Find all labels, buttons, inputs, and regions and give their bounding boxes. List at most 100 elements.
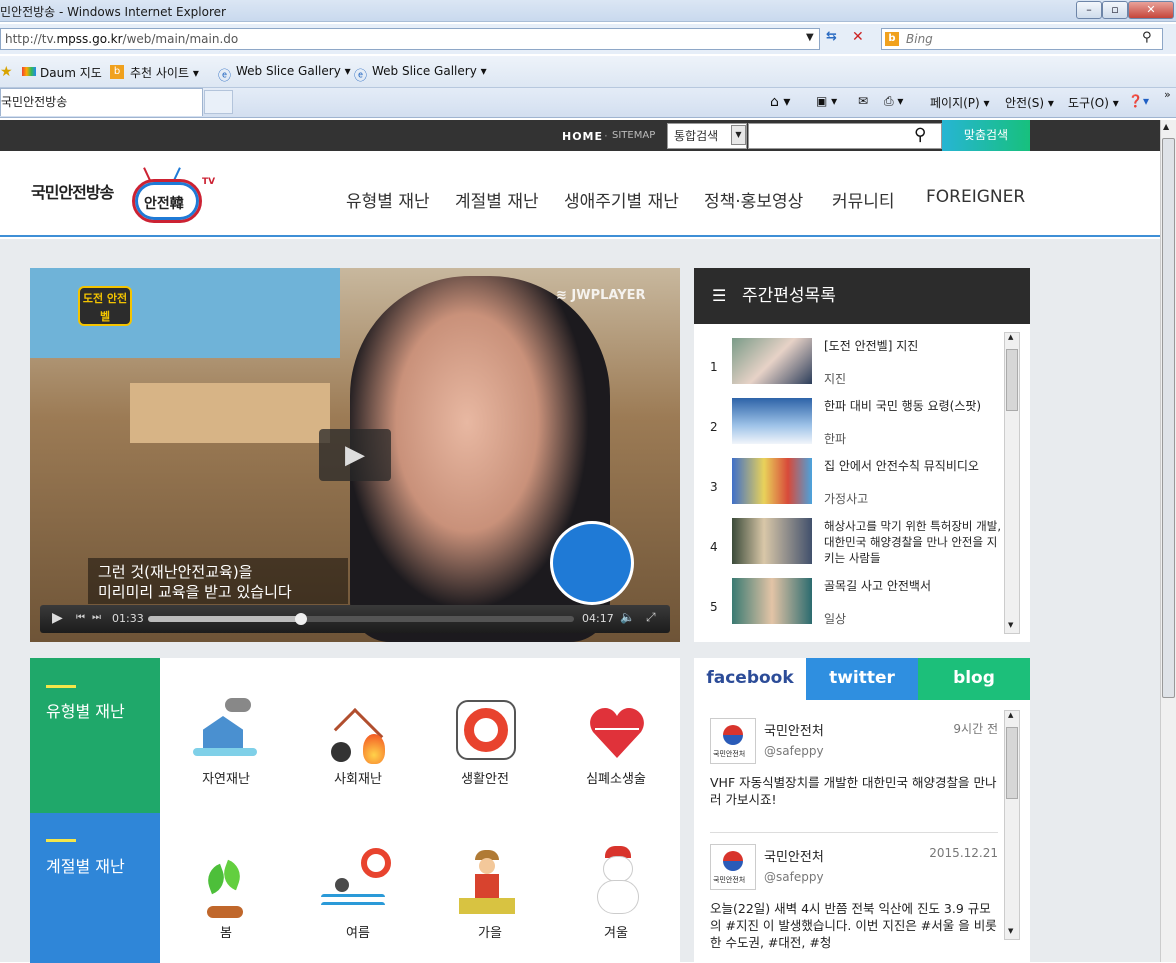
rss-icon[interactable]: ▣ ▾ (816, 94, 837, 108)
scroll-down-icon[interactable]: ▼ (1008, 927, 1013, 935)
page-menu[interactable]: 페이지(P) ▾ (930, 94, 990, 111)
play-icon[interactable]: ▶ (52, 610, 63, 626)
next-icon[interactable]: ⏭ (92, 612, 101, 623)
category-cpr[interactable]: 심폐소생술 (561, 768, 671, 787)
new-tab-button[interactable] (204, 90, 233, 114)
page-scroll-thumb[interactable] (1162, 138, 1175, 698)
nav-community[interactable]: 커뮤니티 (832, 187, 895, 212)
social-disaster-icon[interactable] (325, 706, 389, 770)
scroll-thumb[interactable] (1006, 727, 1018, 799)
nav-policy-video[interactable]: 정책·홍보영상 (704, 187, 803, 212)
schedule-thumbnail[interactable] (732, 458, 812, 504)
summer-swim-icon[interactable] (321, 848, 391, 912)
mail-icon[interactable]: ✉ (858, 94, 868, 108)
fav-daum-map[interactable]: Daum 지도 (40, 64, 102, 81)
nav-type-disaster[interactable]: 유형별 재난 (346, 187, 430, 212)
scroll-thumb[interactable] (1006, 349, 1018, 411)
scroll-up-icon[interactable]: ▲ (1163, 122, 1169, 131)
category-natural[interactable]: 자연재난 (171, 768, 281, 787)
schedule-item-number: 2 (710, 420, 718, 434)
schedule-item[interactable]: 1 [도전 안전벨] 지진 지진 (694, 338, 1004, 398)
schedule-item[interactable]: 2 한파 대비 국민 행동 요령(스팟) 한파 (694, 398, 1004, 458)
custom-search-button[interactable]: 맞춤검색 (942, 120, 1030, 151)
scroll-down-icon[interactable]: ▼ (1008, 621, 1013, 629)
post-author[interactable]: 국민안전처 (764, 720, 824, 739)
season-summer[interactable]: 여름 (303, 922, 413, 941)
season-autumn[interactable]: 가을 (435, 922, 545, 941)
url-field[interactable]: http://tv.mpss.go.kr/web/main/main.do (0, 28, 820, 50)
scroll-up-icon[interactable]: ▲ (1008, 333, 1013, 341)
site-search-input[interactable] (748, 123, 942, 149)
select-arrow-icon[interactable]: ▼ (731, 125, 746, 145)
chevron-more-icon[interactable]: » (1164, 88, 1171, 101)
tools-menu[interactable]: 도구(O) ▾ (1068, 94, 1119, 111)
season-winter[interactable]: 겨울 (561, 922, 671, 941)
fav-web-slice-gallery-2[interactable]: Web Slice Gallery ▾ (372, 64, 487, 78)
schedule-item-title[interactable]: 해상사고를 막기 위한 특허장비 개발, 대한민국 해양경찰을 만나 안전을 지… (824, 518, 1002, 566)
avatar: 국민안전처 (710, 844, 756, 890)
heart-cpr-icon[interactable] (585, 702, 649, 766)
natural-disaster-icon[interactable] (193, 698, 257, 762)
search-input[interactable]: Bing (881, 28, 1163, 50)
page-scrollbar[interactable]: ▲ (1160, 120, 1176, 962)
nav-season-disaster[interactable]: 계절별 재난 (455, 187, 539, 212)
autumn-scarecrow-icon[interactable] (453, 850, 517, 914)
schedule-thumbnail[interactable] (732, 518, 812, 564)
favorites-star-icon[interactable]: ★ (0, 64, 13, 80)
schedule-thumbnail[interactable] (732, 338, 812, 384)
prev-icon[interactable]: ⏮ (76, 612, 85, 623)
spring-sprout-icon[interactable] (193, 858, 257, 922)
social-scrollbar[interactable]: ▲ ▼ (1004, 710, 1020, 940)
category-life-safety[interactable]: 생활안전 (430, 768, 540, 787)
winter-snowman-icon[interactable] (585, 846, 649, 914)
schedule-item[interactable]: 3 집 안에서 안전수칙 뮤직비디오 가정사고 (694, 458, 1004, 518)
seek-bar[interactable] (148, 613, 574, 625)
season-disaster-tile[interactable]: 계절별 재난 (30, 813, 160, 963)
tab-facebook[interactable]: facebook (694, 658, 806, 700)
refresh-icon[interactable]: ⇆ (826, 29, 848, 49)
seek-handle[interactable] (295, 613, 308, 625)
nav-foreigner[interactable]: FOREIGNER (926, 187, 1025, 207)
fav-web-slice-gallery-1[interactable]: Web Slice Gallery ▾ (236, 64, 351, 78)
schedule-scrollbar[interactable]: ▲ ▼ (1004, 332, 1020, 634)
nav-lifecycle-disaster[interactable]: 생애주기별 재난 (564, 187, 679, 212)
minimize-button[interactable]: – (1076, 1, 1102, 19)
video-player[interactable]: 도전 안전벨 ≋ JWPLAYER ▶ 그런 것(재난안전교육)을 미리미리 교육… (30, 268, 680, 642)
schedule-item[interactable]: 4 해상사고를 막기 위한 특허장비 개발, 대한민국 해양경찰을 만나 안전을… (694, 518, 1004, 578)
schedule-thumbnail[interactable] (732, 578, 812, 624)
fav-recommended-sites[interactable]: 추천 사이트 ▾ (130, 64, 199, 81)
tab-blog[interactable]: blog (918, 658, 1030, 700)
safety-menu[interactable]: 안전(S) ▾ (1005, 94, 1054, 111)
life-ring-icon[interactable] (454, 698, 518, 762)
help-icon[interactable]: ❓▾ (1128, 94, 1149, 108)
url-dropdown-icon[interactable]: ▼ (806, 32, 814, 43)
type-disaster-tile[interactable]: 유형별 재난 (30, 658, 160, 813)
category-social[interactable]: 사회재난 (303, 768, 413, 787)
maximize-button[interactable]: ▫ (1102, 1, 1128, 19)
site-logo-badge[interactable]: 안전韓 TV (132, 163, 215, 225)
stop-icon[interactable]: ✕ (852, 29, 874, 49)
schedule-item-title[interactable]: 한파 대비 국민 행동 요령(스팟) (824, 398, 1002, 414)
print-icon[interactable]: ⎙ ▾ (884, 94, 903, 109)
scroll-up-icon[interactable]: ▲ (1008, 711, 1013, 719)
site-logo-text[interactable]: 국민안전방송 (31, 179, 114, 203)
schedule-thumbnail[interactable] (732, 398, 812, 444)
search-icon[interactable]: ⚲ (1142, 30, 1152, 45)
schedule-item-title[interactable]: 골목길 사고 안전백서 (824, 578, 1002, 594)
schedule-item-title[interactable]: 집 안에서 안전수칙 뮤직비디오 (824, 458, 1002, 474)
play-overlay-button[interactable]: ▶ (319, 429, 391, 481)
volume-icon[interactable]: 🔈 (620, 610, 635, 624)
schedule-item-title[interactable]: [도전 안전벨] 지진 (824, 338, 1002, 354)
fullscreen-icon[interactable]: ⤢ (646, 610, 656, 625)
season-spring[interactable]: 봄 (171, 922, 281, 941)
close-button[interactable]: ✕ (1128, 1, 1174, 19)
sitemap-link[interactable]: SITEMAP (612, 130, 655, 141)
schedule-item[interactable]: 5 골목길 사고 안전백서 일상 (694, 578, 1004, 638)
home-icon[interactable]: ⌂ ▾ (770, 94, 790, 110)
search-icon[interactable]: ⚲ (914, 125, 926, 145)
post-author[interactable]: 국민안전처 (764, 846, 824, 865)
tab-active[interactable]: 국민안전방송 (0, 88, 203, 116)
video-shelf (130, 383, 330, 443)
home-link[interactable]: HOME (562, 130, 603, 143)
tab-twitter[interactable]: twitter (806, 658, 918, 700)
